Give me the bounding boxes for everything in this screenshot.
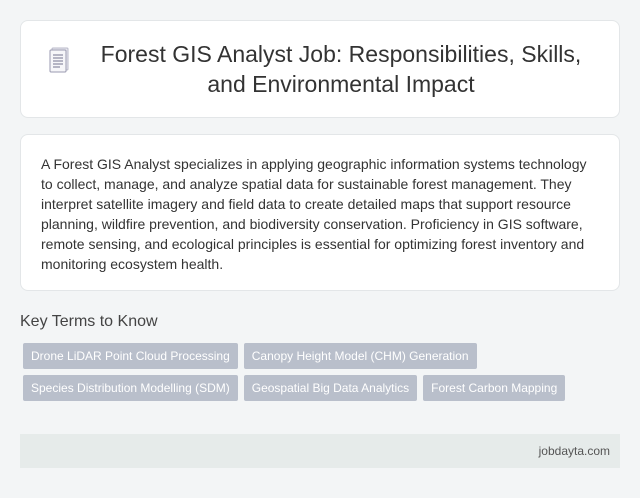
tag-geospatial-big-data[interactable]: Geospatial Big Data Analytics (243, 375, 418, 401)
key-terms-tags: Drone LiDAR Point Cloud Processing Canop… (20, 343, 620, 401)
document-icon (49, 47, 69, 73)
tag-forest-carbon-mapping[interactable]: Forest Carbon Mapping (423, 375, 566, 401)
title-row: Forest GIS Analyst Job: Responsibilities… (49, 39, 591, 99)
summary-text: A Forest GIS Analyst specializes in appl… (41, 156, 587, 272)
summary-card: A Forest GIS Analyst specializes in appl… (20, 134, 620, 291)
site-link[interactable]: jobdayta.com (539, 444, 610, 458)
page-title: Forest GIS Analyst Job: Responsibilities… (100, 41, 582, 97)
key-terms-heading: Key Terms to Know (20, 313, 158, 330)
tag-canopy-height-model[interactable]: Canopy Height Model (CHM) Generation (243, 343, 477, 369)
title-card: Forest GIS Analyst Job: Responsibilities… (20, 20, 620, 118)
page: Forest GIS Analyst Job: Responsibilities… (0, 0, 640, 498)
tag-species-distribution[interactable]: Species Distribution Modelling (SDM) (23, 375, 238, 401)
tag-drone-lidar[interactable]: Drone LiDAR Point Cloud Processing (23, 343, 238, 369)
footer: jobdayta.com (20, 434, 620, 468)
